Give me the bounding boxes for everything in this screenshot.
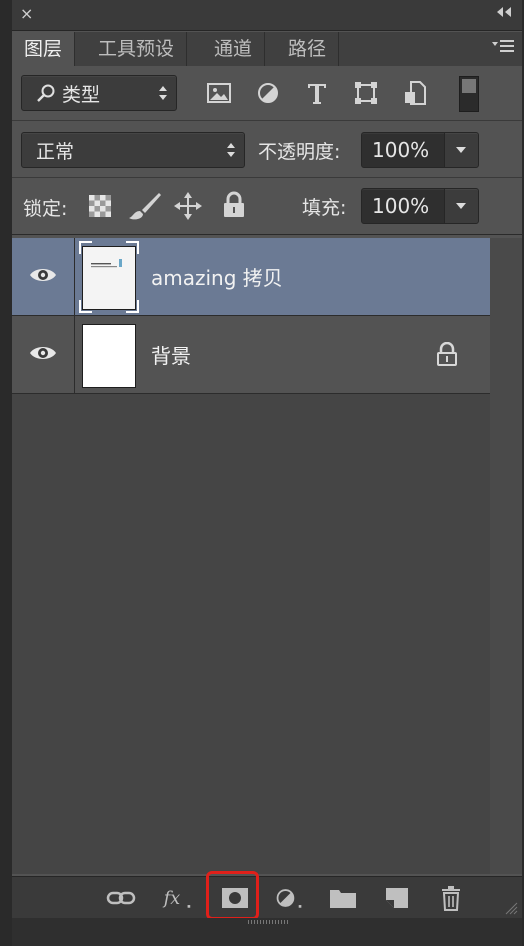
- fill-input[interactable]: 100%: [361, 188, 445, 224]
- resize-grip-icon[interactable]: [502, 899, 518, 915]
- fill-value: 100%: [372, 194, 430, 218]
- filter-toggle-switch[interactable]: [459, 76, 479, 112]
- type-filter-icon[interactable]: [304, 80, 330, 106]
- lock-image-pixels-brush-icon[interactable]: [128, 191, 162, 221]
- updown-arrows-icon: [227, 143, 235, 157]
- fill-label: 填充:: [302, 197, 347, 219]
- add-mask-highlight-box: [206, 871, 259, 920]
- layer-name: 背景: [151, 344, 191, 368]
- updown-arrows-icon: [159, 86, 167, 100]
- opacity-label: 不透明度:: [258, 141, 341, 163]
- panel-menu-icon[interactable]: [492, 38, 514, 59]
- panel-tabs: 图层 工具预设 通道 路径: [12, 32, 522, 66]
- new-group-icon[interactable]: [328, 885, 358, 911]
- lock-all-icon[interactable]: [222, 191, 246, 219]
- opacity-input[interactable]: 100%: [361, 132, 445, 168]
- layers-bottom-toolbar: fx: [12, 876, 522, 919]
- layer-row-amazing-copy[interactable]: amazing 拷贝: [12, 238, 490, 316]
- filter-type-select[interactable]: 类型: [21, 75, 177, 111]
- filter-type-label: 类型: [62, 84, 101, 106]
- chevron-down-icon: [456, 147, 466, 153]
- chevron-down-icon: [456, 203, 466, 209]
- tab-tool-presets[interactable]: 工具预设: [86, 32, 188, 66]
- new-layer-icon[interactable]: [382, 885, 412, 911]
- layer-name: amazing 拷贝: [151, 266, 283, 290]
- adjustment-layer-icon[interactable]: [274, 885, 304, 911]
- collapse-icon[interactable]: [496, 6, 512, 23]
- smart-object-filter-icon[interactable]: [402, 80, 428, 106]
- fx-icon[interactable]: fx: [162, 885, 192, 911]
- tab-paths[interactable]: 路径: [276, 32, 340, 66]
- panel-titlebar: ×: [12, 0, 522, 31]
- opacity-value: 100%: [372, 138, 430, 162]
- shape-filter-icon[interactable]: [353, 80, 379, 106]
- blend-mode-select[interactable]: 正常: [21, 132, 245, 168]
- layers-scrollbar[interactable]: [490, 238, 522, 874]
- close-icon[interactable]: ×: [20, 6, 33, 22]
- footer-grip: [248, 920, 288, 924]
- search-icon: [37, 84, 55, 102]
- visibility-toggle[interactable]: [12, 238, 75, 315]
- panel-footer: [12, 918, 522, 946]
- selection-corners: [79, 241, 139, 313]
- layer-thumbnail: [82, 324, 136, 388]
- fill-dropdown-button[interactable]: [444, 188, 479, 224]
- visibility-toggle[interactable]: [12, 316, 75, 393]
- adjustment-filter-icon[interactable]: [255, 80, 281, 106]
- opacity-dropdown-button[interactable]: [444, 132, 479, 168]
- lock-label: 锁定:: [23, 198, 68, 220]
- lock-icon: [437, 342, 457, 366]
- layer-row-background[interactable]: 背景: [12, 316, 490, 394]
- svg-text:fx: fx: [162, 889, 180, 909]
- layers-panel: × 图层 工具预设 通道 路径 类型 正常 不透明度: 100% 锁定: 填充:…: [12, 0, 522, 946]
- link-layers-icon[interactable]: [106, 885, 136, 911]
- tab-channels[interactable]: 通道: [202, 32, 266, 66]
- tab-layers[interactable]: 图层: [12, 32, 76, 66]
- eye-icon: [30, 269, 56, 281]
- image-filter-icon[interactable]: [206, 80, 232, 106]
- blend-mode-value: 正常: [36, 141, 75, 163]
- delete-layer-icon[interactable]: [436, 885, 466, 911]
- eye-icon: [30, 347, 56, 359]
- lock-position-move-icon[interactable]: [174, 192, 202, 220]
- lock-transparent-pixels-icon[interactable]: [88, 194, 112, 218]
